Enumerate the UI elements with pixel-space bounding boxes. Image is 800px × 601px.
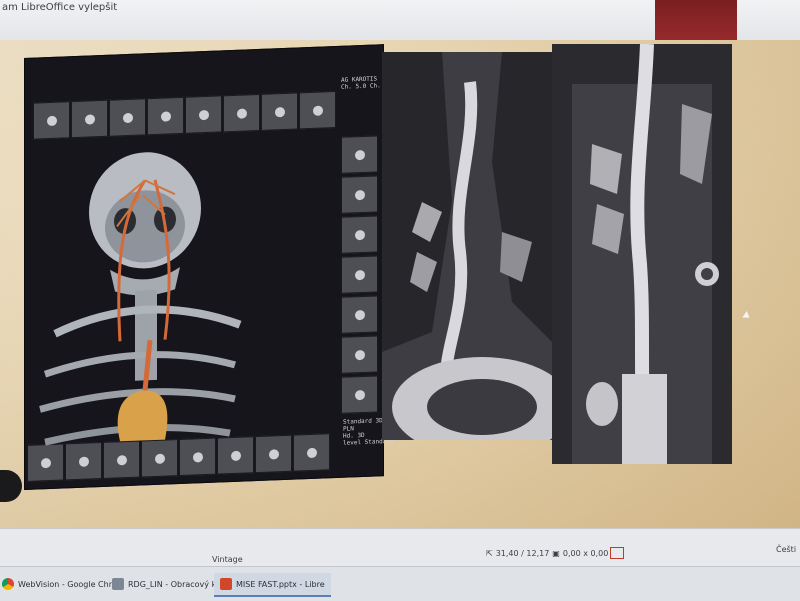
status-bar: Vintage ⇱ 31,40 / 12,17 ▣ 0,00 x 0,00 Če… xyxy=(0,528,800,567)
thumbnail-slice[interactable] xyxy=(341,375,378,414)
sagittal-ct-image xyxy=(382,52,552,440)
taskbar-item-rdg[interactable]: RDG_LIN - Obracový ko xyxy=(112,573,221,595)
thumbnail-slice[interactable] xyxy=(147,96,184,136)
volume-render-image xyxy=(39,152,242,446)
taskbar-item-impress[interactable]: MISE FAST.pptx - Libre xyxy=(214,573,331,597)
taskbar-item-label: MISE FAST.pptx - Libre xyxy=(236,579,325,589)
thumbnail-slice[interactable] xyxy=(71,99,108,139)
thumbnail-slice[interactable] xyxy=(299,91,336,130)
language-label[interactable]: Češti xyxy=(776,545,796,554)
size-icon: ▣ xyxy=(552,549,560,558)
thumbnail-slice[interactable] xyxy=(341,335,378,374)
size-value: 0,00 x 0,00 xyxy=(562,549,609,558)
position-icon: ⇱ xyxy=(486,549,493,558)
thumbnail-slice[interactable] xyxy=(33,101,70,140)
thumbnail-slice[interactable] xyxy=(261,92,298,131)
position-value: 31,40 / 12,17 xyxy=(495,549,550,558)
thumbnail-slice[interactable] xyxy=(341,175,378,214)
app-icon xyxy=(112,578,124,590)
ct-angiography-3d-panel[interactable]: AG KAROTIS Ch. 5.0 Ch. Standard 3D PLN H… xyxy=(24,44,394,490)
slide-design-label: Vintage xyxy=(212,555,243,564)
thumbnail-slice[interactable] xyxy=(341,215,378,254)
ct-sagittal-panel[interactable] xyxy=(382,52,552,440)
chrome-icon xyxy=(2,578,14,590)
ct-coronal-panel[interactable] xyxy=(552,44,732,464)
windows-taskbar: WebVision - Google Chr RDG_LIN - Obracov… xyxy=(0,566,800,601)
thumbnail-slice[interactable] xyxy=(341,255,378,294)
taskbar-item-label: WebVision - Google Chr xyxy=(18,579,112,589)
thumbnail-slice[interactable] xyxy=(341,135,378,174)
thumbnail-slice[interactable] xyxy=(109,98,146,137)
coronal-ct-image xyxy=(572,44,719,464)
thumbnail-slice[interactable] xyxy=(223,93,260,133)
taskbar-item-label: RDG_LIN - Obracový ko xyxy=(128,579,221,589)
thumbnail-slice[interactable] xyxy=(185,95,222,134)
position-readout: ⇱ 31,40 / 12,17 ▣ 0,00 x 0,00 xyxy=(486,549,608,558)
impress-icon xyxy=(220,578,232,590)
viewer-overlay-top-right: AG KAROTIS Ch. 5.0 Ch. xyxy=(341,75,381,91)
thumbnail-slice[interactable] xyxy=(341,295,378,334)
taskbar-item-webvision[interactable]: WebVision - Google Chr xyxy=(2,573,112,595)
save-status-icon[interactable] xyxy=(610,547,624,559)
window-title: am LibreOffice vylepšit xyxy=(2,2,118,13)
